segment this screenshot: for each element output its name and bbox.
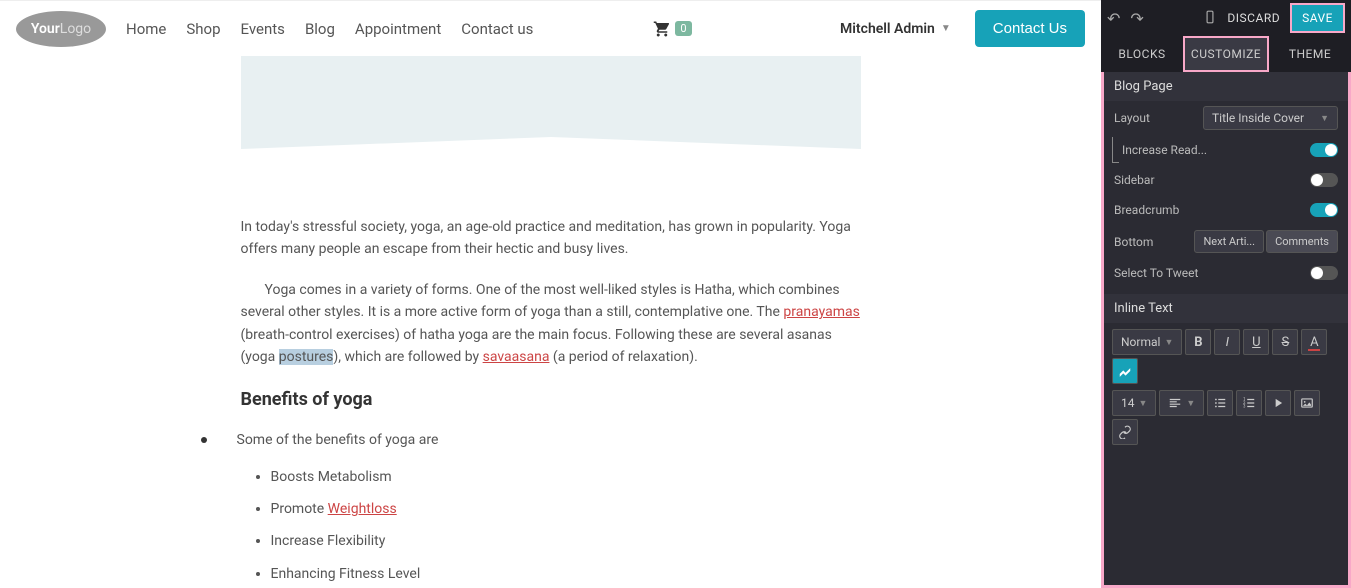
section-blog-page: Blog Page xyxy=(1104,72,1348,101)
link-icon xyxy=(1118,425,1132,439)
chevron-down-icon: ▼ xyxy=(1186,398,1195,409)
nav-home[interactable]: Home xyxy=(126,20,166,38)
select-to-tweet-label: Select To Tweet xyxy=(1114,266,1310,280)
bottom-next-article-button[interactable]: Next Arti... xyxy=(1194,230,1264,253)
breadcrumb-toggle[interactable] xyxy=(1310,203,1338,217)
sidebar-toggle[interactable] xyxy=(1310,173,1338,187)
readability-label: Increase Read... xyxy=(1122,143,1310,157)
strikethrough-button[interactable]: S xyxy=(1272,329,1298,355)
nav-contact[interactable]: Contact us xyxy=(461,20,533,38)
sidebar-label: Sidebar xyxy=(1114,173,1310,187)
list-ul-icon xyxy=(1213,396,1227,410)
paragraph-benefits-intro[interactable]: Some of the benefits of yoga are xyxy=(237,429,439,451)
hero-cover xyxy=(241,56,861,196)
align-left-icon xyxy=(1168,396,1182,410)
link-pranayamas[interactable]: pranayamas xyxy=(783,304,859,320)
list-ol-icon: 123 xyxy=(1242,396,1256,410)
highlighted-postures[interactable]: postures xyxy=(279,349,334,365)
logo-text-b: Logo xyxy=(60,21,91,37)
chevron-down-icon: ▼ xyxy=(1139,398,1148,409)
nav-blog[interactable]: Blog xyxy=(305,20,335,38)
italic-button[interactable]: I xyxy=(1214,329,1240,355)
paragraph-intro[interactable]: In today's stressful society, yoga, an a… xyxy=(241,216,861,261)
save-button[interactable]: SAVE xyxy=(1290,3,1345,33)
select-to-tweet-toggle[interactable] xyxy=(1310,266,1338,280)
admin-name-label: Mitchell Admin xyxy=(840,21,935,37)
align-button[interactable]: ▼ xyxy=(1159,390,1204,416)
main-nav: Home Shop Events Blog Appointment Contac… xyxy=(126,20,533,38)
nav-appointment[interactable]: Appointment xyxy=(355,20,441,38)
image-icon xyxy=(1300,396,1314,410)
link-weightloss[interactable]: Weightloss xyxy=(328,501,397,517)
nav-events[interactable]: Events xyxy=(241,20,285,38)
breadcrumb-label: Breadcrumb xyxy=(1114,203,1310,217)
readability-toggle[interactable] xyxy=(1310,143,1338,157)
undo-icon[interactable]: ↶ xyxy=(1107,9,1120,28)
bottom-comments-button[interactable]: Comments xyxy=(1266,230,1338,253)
tab-blocks[interactable]: BLOCKS xyxy=(1101,36,1183,72)
tab-theme[interactable]: THEME xyxy=(1269,36,1351,72)
heading-benefits[interactable]: Benefits of yoga xyxy=(241,386,861,415)
logo-text-a: Your xyxy=(31,21,60,37)
link-button[interactable] xyxy=(1112,419,1138,445)
cart-count-badge: 0 xyxy=(675,21,691,36)
chevron-down-icon: ▼ xyxy=(1164,337,1173,348)
bullet-dot xyxy=(201,437,207,443)
text-color-button[interactable]: A xyxy=(1301,329,1327,355)
font-size-select[interactable]: 14▼ xyxy=(1112,390,1156,416)
bottom-label: Bottom xyxy=(1114,235,1194,249)
contact-us-button[interactable]: Contact Us xyxy=(975,10,1085,47)
cart-button[interactable]: 0 xyxy=(653,20,691,38)
chevron-down-icon: ▼ xyxy=(1320,113,1329,124)
admin-menu[interactable]: Mitchell Admin ▼ xyxy=(840,21,951,37)
highlight-icon xyxy=(1118,364,1132,378)
logo[interactable]: YourLogo xyxy=(16,11,106,47)
list-item[interactable]: Promote Weightloss xyxy=(271,498,861,520)
ordered-list-button[interactable]: 123 xyxy=(1236,390,1262,416)
svg-text:3: 3 xyxy=(1244,404,1247,409)
layout-label: Layout xyxy=(1114,111,1203,125)
text-format-select[interactable]: Normal▼ xyxy=(1112,329,1182,355)
bold-button[interactable]: B xyxy=(1185,329,1211,355)
cart-icon xyxy=(653,20,671,38)
section-inline-text: Inline Text xyxy=(1104,294,1348,323)
unordered-list-button[interactable] xyxy=(1207,390,1233,416)
play-icon xyxy=(1271,396,1285,410)
paragraph-forms[interactable]: Yoga comes in a variety of forms. One of… xyxy=(241,279,861,369)
benefits-list[interactable]: Boosts Metabolism Promote Weightloss Inc… xyxy=(271,466,861,588)
underline-button[interactable]: U xyxy=(1243,329,1269,355)
redo-icon[interactable]: ↷ xyxy=(1130,9,1143,28)
link-savaasana[interactable]: savaasana xyxy=(483,349,550,365)
nav-shop[interactable]: Shop xyxy=(186,20,220,38)
tab-customize[interactable]: CUSTOMIZE xyxy=(1183,36,1269,72)
chevron-down-icon: ▼ xyxy=(941,23,951,34)
list-item[interactable]: Increase Flexibility xyxy=(271,530,861,552)
layout-select[interactable]: Title Inside Cover ▼ xyxy=(1203,106,1338,130)
media-button[interactable] xyxy=(1265,390,1291,416)
image-button[interactable] xyxy=(1294,390,1320,416)
highlight-button[interactable] xyxy=(1112,358,1138,384)
discard-button[interactable]: DISCARD xyxy=(1227,11,1280,25)
list-item[interactable]: Boosts Metabolism xyxy=(271,466,861,488)
list-item[interactable]: Enhancing Fitness Level xyxy=(271,563,861,585)
mobile-preview-icon[interactable] xyxy=(1203,9,1217,28)
editor-panel: ↶ ↷ DISCARD SAVE BLOCKS CUSTOMIZE THEME … xyxy=(1101,0,1351,588)
